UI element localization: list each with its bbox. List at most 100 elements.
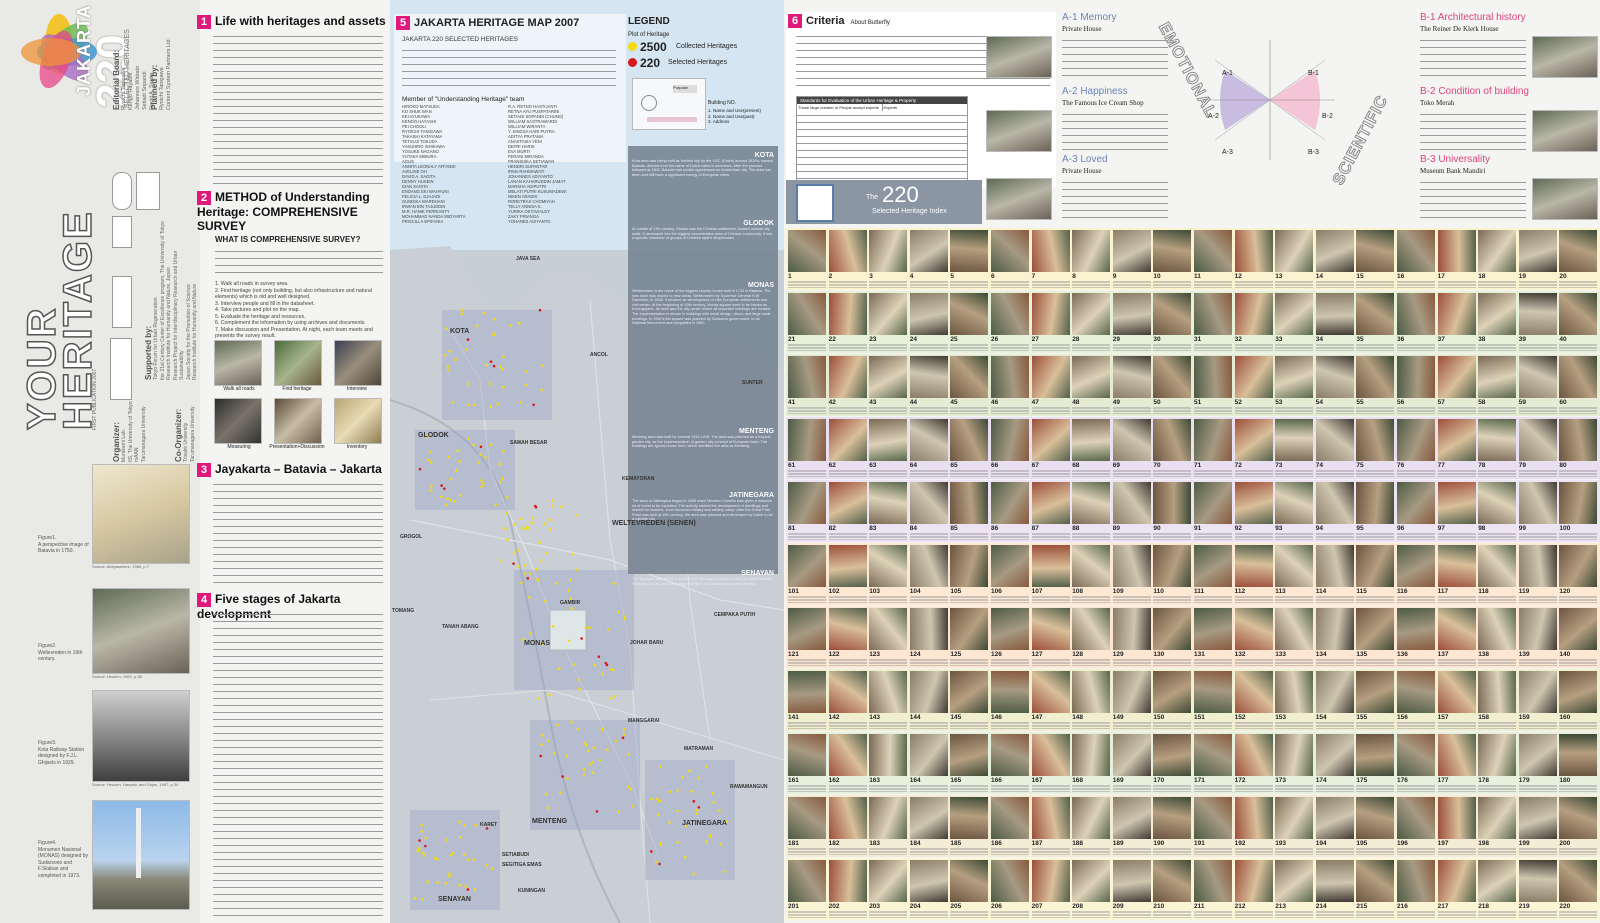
heritage-card[interactable]: 166 (991, 734, 1029, 792)
heritage-card[interactable]: 199 (1518, 797, 1557, 855)
heritage-card[interactable]: 173 (1275, 734, 1314, 792)
heritage-card[interactable]: 174 (1315, 734, 1354, 792)
heritage-card[interactable]: 189 (1112, 797, 1151, 855)
heritage-card[interactable]: 52 (1234, 356, 1273, 414)
heritage-card[interactable]: 7 (1031, 230, 1070, 288)
heritage-card[interactable]: 20 (1559, 230, 1598, 288)
heritage-card[interactable]: 107 (1031, 545, 1070, 603)
heritage-card[interactable]: 85 (950, 482, 989, 540)
heritage-card[interactable]: 17 (1437, 230, 1476, 288)
heritage-card[interactable]: 36 (1397, 293, 1435, 351)
heritage-card[interactable]: 191 (1194, 797, 1232, 855)
heritage-card[interactable]: 65 (950, 419, 989, 477)
heritage-card[interactable]: 108 (1072, 545, 1111, 603)
heritage-card[interactable]: 82 (828, 482, 867, 540)
heritage-card[interactable]: 104 (909, 545, 948, 603)
heritage-card[interactable]: 1 (788, 230, 826, 288)
heritage-card[interactable]: 118 (1478, 545, 1517, 603)
heritage-card[interactable]: 58 (1478, 356, 1517, 414)
heritage-card[interactable]: 207 (1031, 860, 1070, 918)
heritage-card[interactable]: 86 (991, 482, 1029, 540)
heritage-card[interactable]: 21 (788, 293, 826, 351)
heritage-card[interactable]: 137 (1437, 608, 1476, 666)
heritage-card[interactable]: 84 (909, 482, 948, 540)
heritage-card[interactable]: 136 (1397, 608, 1435, 666)
heritage-card[interactable]: 96 (1397, 482, 1435, 540)
heritage-card[interactable]: 16 (1397, 230, 1435, 288)
heritage-card[interactable]: 59 (1518, 356, 1557, 414)
heritage-card[interactable]: 100 (1559, 482, 1598, 540)
heritage-card[interactable]: 146 (991, 671, 1029, 729)
heritage-card[interactable]: 67 (1031, 419, 1070, 477)
heritage-card[interactable]: 170 (1153, 734, 1192, 792)
heritage-card[interactable]: 126 (991, 608, 1029, 666)
heritage-card[interactable]: 10 (1153, 230, 1192, 288)
heritage-card[interactable]: 34 (1315, 293, 1354, 351)
heritage-card[interactable]: 186 (991, 797, 1029, 855)
heritage-card[interactable]: 203 (869, 860, 908, 918)
heritage-card[interactable]: 158 (1478, 671, 1517, 729)
heritage-card[interactable]: 32 (1234, 293, 1273, 351)
heritage-card[interactable]: 12 (1234, 230, 1273, 288)
heritage-card[interactable]: 172 (1234, 734, 1273, 792)
heritage-card[interactable]: 154 (1315, 671, 1354, 729)
heritage-card[interactable]: 49 (1112, 356, 1151, 414)
heritage-card[interactable]: 123 (869, 608, 908, 666)
heritage-card[interactable]: 133 (1275, 608, 1314, 666)
heritage-card[interactable]: 111 (1194, 545, 1232, 603)
heritage-card[interactable]: 124 (909, 608, 948, 666)
heritage-card[interactable]: 80 (1559, 419, 1598, 477)
heritage-card[interactable]: 143 (869, 671, 908, 729)
heritage-card[interactable]: 131 (1194, 608, 1232, 666)
heritage-card[interactable]: 180 (1559, 734, 1598, 792)
heritage-card[interactable]: 122 (828, 608, 867, 666)
heritage-card[interactable]: 171 (1194, 734, 1232, 792)
heritage-card[interactable]: 9 (1112, 230, 1151, 288)
heritage-card[interactable]: 48 (1072, 356, 1111, 414)
heritage-card[interactable]: 205 (950, 860, 989, 918)
heritage-card[interactable]: 179 (1518, 734, 1557, 792)
heritage-card[interactable]: 160 (1559, 671, 1598, 729)
heritage-card[interactable]: 187 (1031, 797, 1070, 855)
heritage-card[interactable]: 53 (1275, 356, 1314, 414)
heritage-card[interactable]: 216 (1397, 860, 1435, 918)
heritage-card[interactable]: 87 (1031, 482, 1070, 540)
heritage-card[interactable]: 41 (788, 356, 826, 414)
heritage-card[interactable]: 185 (950, 797, 989, 855)
heritage-card[interactable]: 63 (869, 419, 908, 477)
heritage-card[interactable]: 109 (1112, 545, 1151, 603)
heritage-card[interactable]: 95 (1356, 482, 1395, 540)
heritage-card[interactable]: 35 (1356, 293, 1395, 351)
heritage-card[interactable]: 38 (1478, 293, 1517, 351)
heritage-card[interactable]: 161 (788, 734, 826, 792)
heritage-card[interactable]: 213 (1275, 860, 1314, 918)
heritage-card[interactable]: 27 (1031, 293, 1070, 351)
heritage-card[interactable]: 83 (869, 482, 908, 540)
heritage-card[interactable]: 8 (1072, 230, 1111, 288)
heritage-card[interactable]: 105 (950, 545, 989, 603)
heritage-card[interactable]: 219 (1518, 860, 1557, 918)
heritage-card[interactable]: 92 (1234, 482, 1273, 540)
heritage-card[interactable]: 103 (869, 545, 908, 603)
heritage-card[interactable]: 193 (1275, 797, 1314, 855)
heritage-card[interactable]: 29 (1112, 293, 1151, 351)
heritage-card[interactable]: 72 (1234, 419, 1273, 477)
heritage-card[interactable]: 78 (1478, 419, 1517, 477)
heritage-card[interactable]: 57 (1437, 356, 1476, 414)
heritage-card[interactable]: 18 (1478, 230, 1517, 288)
heritage-card[interactable]: 115 (1356, 545, 1395, 603)
heritage-card[interactable]: 176 (1397, 734, 1435, 792)
heritage-card[interactable]: 69 (1112, 419, 1151, 477)
heritage-card[interactable]: 110 (1153, 545, 1192, 603)
heritage-card[interactable]: 45 (950, 356, 989, 414)
heritage-card[interactable]: 138 (1478, 608, 1517, 666)
heritage-card[interactable]: 39 (1518, 293, 1557, 351)
heritage-card[interactable]: 204 (909, 860, 948, 918)
heritage-card[interactable]: 56 (1397, 356, 1435, 414)
heritage-card[interactable]: 152 (1234, 671, 1273, 729)
heritage-card[interactable]: 102 (828, 545, 867, 603)
heritage-card[interactable]: 5 (950, 230, 989, 288)
heritage-card[interactable]: 169 (1112, 734, 1151, 792)
heritage-card[interactable]: 195 (1356, 797, 1395, 855)
heritage-card[interactable]: 163 (869, 734, 908, 792)
